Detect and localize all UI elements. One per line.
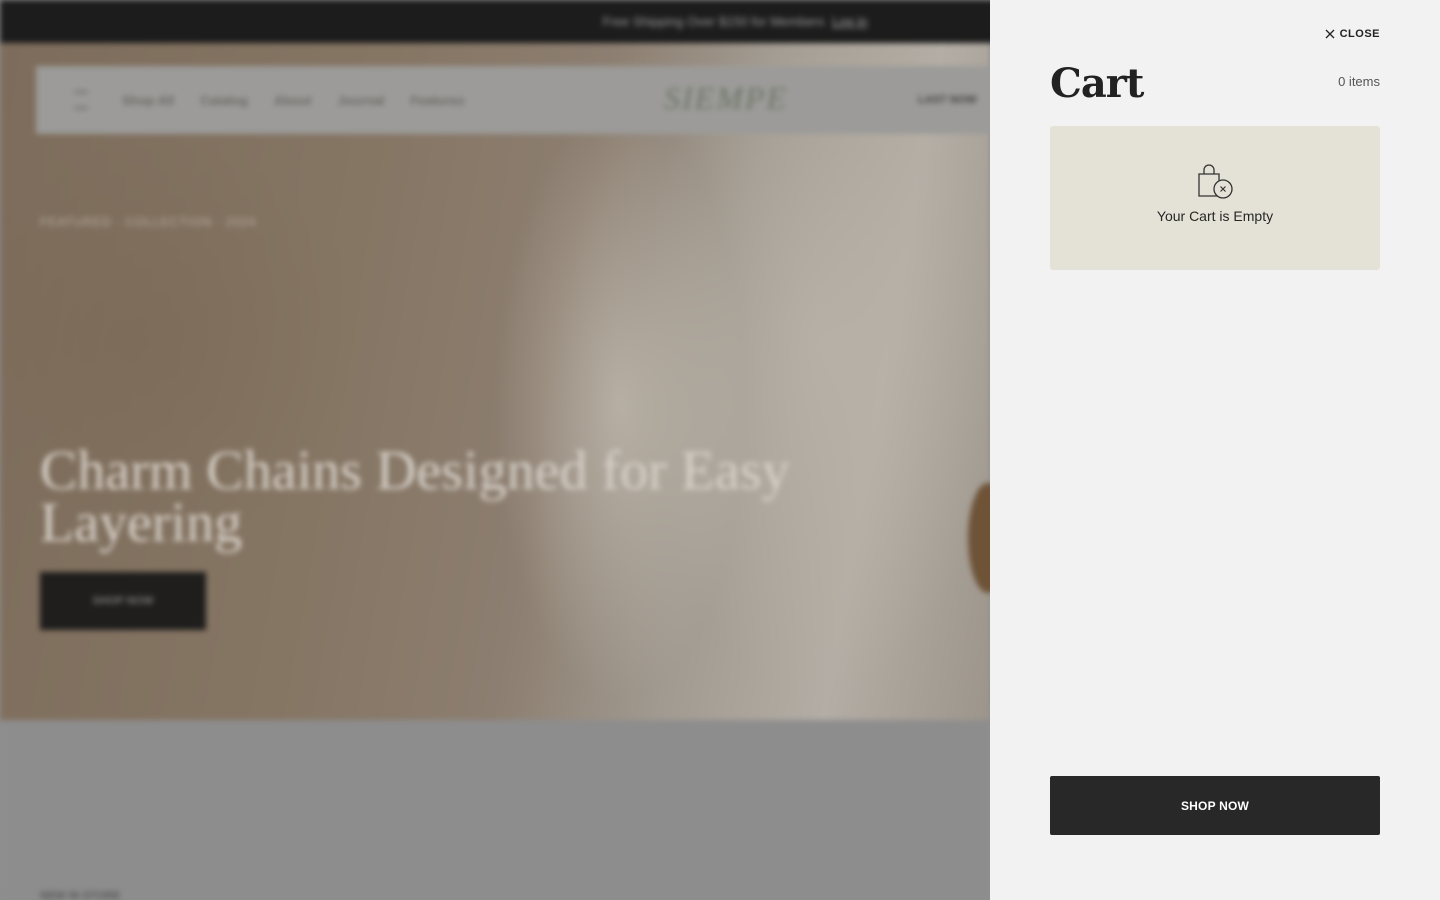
nav-link-catalog[interactable]: Catalog [200, 93, 248, 108]
site-header: Shop All Catalog About Journal Features … [36, 66, 990, 134]
site-logo[interactable]: SIEMPE [664, 80, 788, 117]
announcement-text: Free Shipping Over $150 for Members [602, 14, 825, 29]
empty-bag-icon [1198, 164, 1233, 199]
nav-link-features[interactable]: Features [410, 93, 464, 108]
announcement-login-link[interactable]: Log in [832, 14, 867, 29]
hero-shop-button[interactable]: SHOP NOW [40, 572, 206, 630]
nav-cta-link[interactable]: LAST NOW [918, 94, 977, 106]
lower-section [0, 720, 990, 900]
section-label: NEW IN STORE [40, 890, 121, 900]
close-label: CLOSE [1339, 28, 1380, 40]
close-icon [1325, 29, 1335, 39]
background-page: Free Shipping Over $150 for Members Log … [0, 0, 990, 900]
cart-item-count: 0 items [1338, 74, 1380, 89]
empty-cart-panel: Your Cart is Empty [1050, 126, 1380, 270]
menu-icon[interactable] [74, 91, 88, 109]
nav-link-journal[interactable]: Journal [337, 93, 384, 108]
close-button[interactable]: CLOSE [1325, 28, 1380, 40]
cart-drawer: CLOSE Cart 0 items Your Cart is Empty SH… [990, 0, 1440, 900]
nav-link-about[interactable]: About [274, 93, 312, 108]
shop-now-button[interactable]: SHOP NOW [1050, 776, 1380, 835]
hero-detail [968, 483, 990, 593]
cart-title: Cart [1050, 60, 1144, 107]
announcement-bar: Free Shipping Over $150 for Members Log … [0, 0, 990, 43]
nav-link-shop-all[interactable]: Shop All [122, 93, 174, 108]
hero-breadcrumb: FEATURED · COLLECTION · 2024 [40, 215, 257, 229]
empty-cart-message: Your Cart is Empty [1156, 208, 1274, 224]
hero-title: Charm Chains Designed for Easy Layering [40, 440, 790, 554]
